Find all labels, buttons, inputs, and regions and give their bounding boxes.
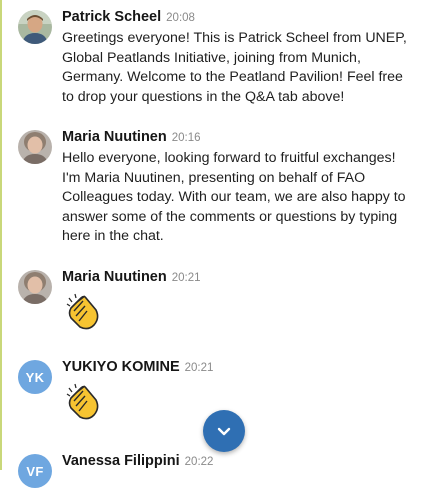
sender-name: Maria Nuutinen [62, 269, 167, 285]
avatar[interactable]: YK [18, 360, 52, 394]
message-time: 20:16 [171, 132, 201, 144]
avatar-initials: VF [26, 463, 44, 479]
chat-message-list[interactable]: Patrick Scheel 20:08 Greetings everyone! … [0, 0, 448, 488]
message-time: 20:21 [171, 272, 201, 284]
message-time: 20:08 [166, 12, 195, 24]
clapping-hands-icon [63, 292, 103, 332]
message-time: 20:21 [184, 362, 214, 374]
message-text: Hello everyone, looking forward to fruit… [62, 150, 406, 245]
avatar-initials: YK [25, 369, 45, 385]
sender-name: YUKIYO KOMINE [62, 359, 180, 375]
clapping-hands-icon [63, 382, 103, 422]
avatar[interactable] [18, 270, 52, 304]
sender-name: Maria Nuutinen [62, 129, 167, 145]
message-text: Greetings everyone! This is Patrick Sche… [62, 30, 407, 105]
sender-name: Patrick Scheel [62, 9, 162, 25]
scroll-to-bottom-button[interactable] [203, 410, 245, 452]
avatar[interactable] [18, 130, 52, 164]
avatar[interactable] [18, 10, 52, 44]
sender-name: Vanessa Filippini [62, 453, 180, 469]
message-time: 20:22 [184, 456, 214, 468]
avatar[interactable]: VF [18, 454, 52, 488]
chevron-down-icon [217, 427, 231, 436]
